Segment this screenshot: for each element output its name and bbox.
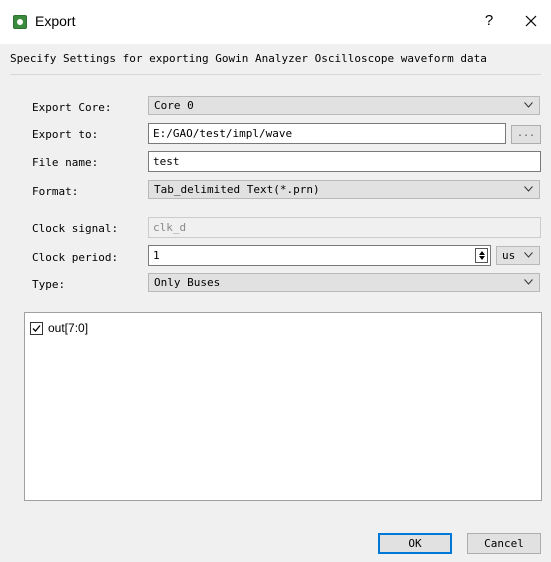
chevron-down-icon (524, 102, 533, 108)
export-core-select[interactable]: Core 0 (148, 96, 540, 115)
clock-signal-value: clk_d (153, 221, 187, 234)
type-value: Only Buses (154, 276, 221, 289)
signal-checkbox[interactable] (30, 322, 43, 335)
file-name-label: File name: (32, 156, 99, 169)
type-select[interactable]: Only Buses (148, 273, 540, 292)
clock-period-unit-value: us (502, 249, 516, 262)
checkmark-icon (32, 325, 41, 332)
close-icon (525, 15, 537, 27)
browse-button[interactable]: ... (511, 125, 541, 144)
spin-buttons[interactable] (475, 248, 488, 263)
app-icon (13, 15, 27, 29)
signal-label: out[7:0] (48, 321, 89, 335)
spin-down-icon[interactable] (479, 256, 485, 260)
clock-period-spinbox[interactable]: 1 (148, 245, 491, 266)
format-label: Format: (32, 185, 79, 198)
file-name-value: test (153, 155, 180, 168)
close-button[interactable] (520, 10, 542, 32)
help-button[interactable]: ? (479, 11, 499, 31)
clock-signal-input: clk_d (148, 217, 541, 238)
chevron-down-icon (524, 252, 533, 258)
signal-list[interactable]: out[7:0] (24, 312, 542, 501)
export-to-input[interactable]: E:/GAO/test/impl/wave (148, 123, 506, 144)
spin-up-icon[interactable] (479, 251, 485, 255)
divider (10, 74, 541, 75)
format-select[interactable]: Tab_delimited Text(*.prn) (148, 180, 540, 199)
clock-period-unit-select[interactable]: us (496, 246, 540, 265)
clock-period-label: Clock period: (32, 251, 119, 264)
title-bar: Export ? (0, 0, 551, 44)
cancel-button[interactable]: Cancel (467, 533, 541, 554)
clock-period-value: 1 (153, 249, 160, 262)
file-name-input[interactable]: test (148, 151, 541, 172)
export-core-value: Core 0 (154, 99, 194, 112)
window-title: Export (35, 13, 76, 29)
format-value: Tab_delimited Text(*.prn) (154, 183, 320, 196)
clock-signal-label: Clock signal: (32, 222, 119, 235)
dialog-description: Specify Settings for exporting Gowin Ana… (10, 52, 487, 65)
ok-button[interactable]: OK (378, 533, 452, 554)
export-to-label: Export to: (32, 128, 99, 141)
chevron-down-icon (524, 186, 533, 192)
export-core-label: Export Core: (32, 101, 112, 114)
type-label: Type: (32, 278, 66, 291)
chevron-down-icon (524, 279, 533, 285)
export-to-value: E:/GAO/test/impl/wave (153, 127, 293, 140)
